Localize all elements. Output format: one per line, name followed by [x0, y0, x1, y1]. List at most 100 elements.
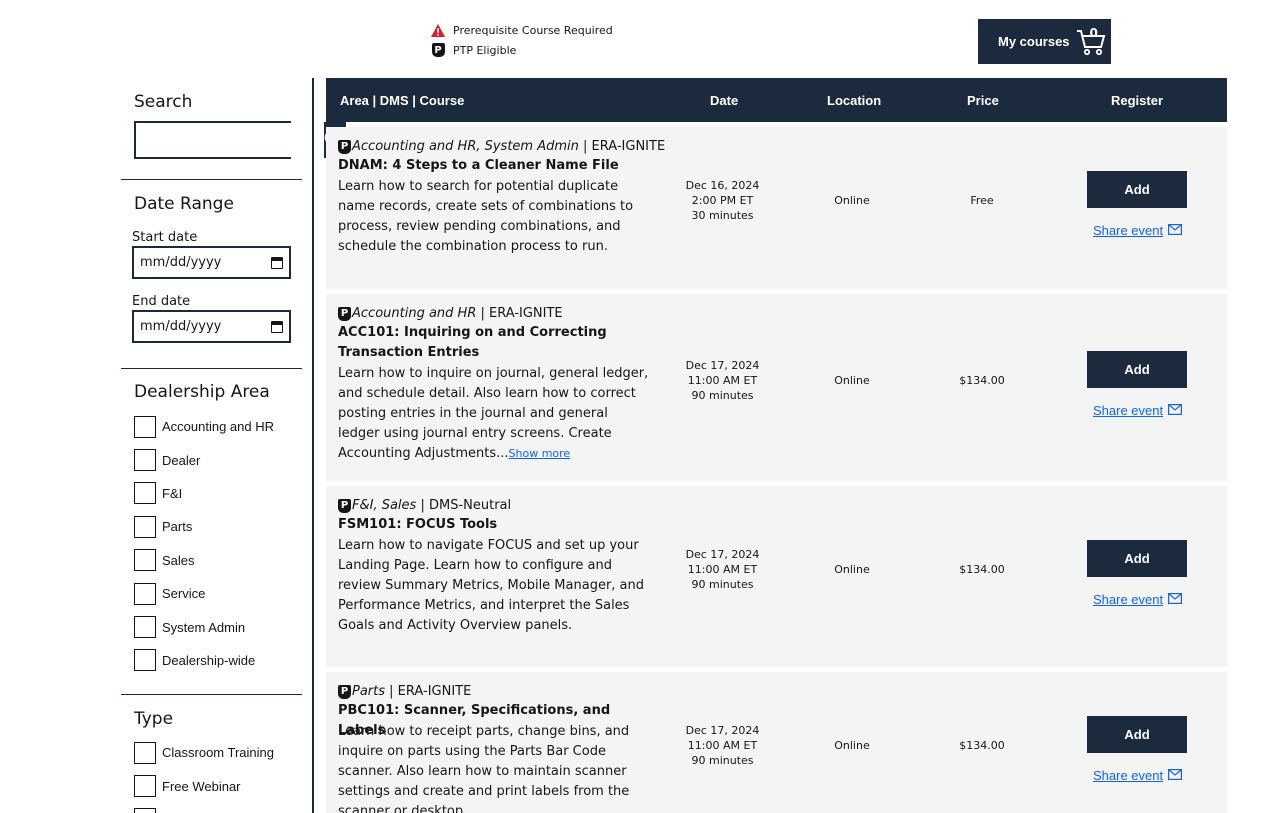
show-more-link[interactable]: Show more [509, 447, 571, 460]
add-button[interactable]: Add [1087, 351, 1187, 388]
checkbox[interactable] [134, 741, 156, 764]
course-meta: P Accounting and HR | ERA-IGNITE [338, 306, 563, 321]
checkbox-label: Accounting and HR [162, 419, 275, 435]
share-event-label: Share event [1093, 768, 1164, 783]
checkbox-more[interactable] [134, 803, 274, 813]
column-header-price[interactable]: Price [967, 93, 999, 108]
calendar-icon[interactable] [271, 256, 283, 269]
course-location: Online [834, 563, 870, 576]
time-text: 11:00 AM ET [687, 563, 758, 576]
legend-prereq: Prerequisite Course Required [431, 20, 613, 40]
checkbox-parts[interactable]: Parts [134, 510, 274, 543]
my-courses-button[interactable]: My courses 0 [978, 19, 1111, 64]
calendar-icon[interactable] [271, 320, 283, 333]
checkbox-accounting-and-hr[interactable]: Accounting and HR [134, 410, 274, 443]
checkbox[interactable] [134, 582, 156, 605]
checkbox-dealership-wide[interactable]: Dealership-wide [134, 644, 274, 677]
duration-text: 90 minutes [691, 754, 754, 767]
column-header-location[interactable]: Location [827, 93, 881, 108]
end-date-input[interactable]: mm/dd/yyyy [132, 310, 291, 343]
search-input[interactable] [136, 123, 324, 157]
course-title: FSM101: FOCUS Tools [338, 517, 498, 532]
add-button[interactable]: Add [1087, 716, 1187, 753]
course-description: Learn how to search for potential duplic… [338, 179, 634, 254]
course-location: Online [834, 739, 870, 752]
type-list: Classroom Training Free Webinar [134, 736, 274, 813]
course-location: Online [834, 194, 870, 207]
mail-icon [1168, 592, 1183, 607]
share-event-label: Share event [1093, 223, 1164, 238]
checkbox-fi[interactable]: F&I [134, 477, 274, 510]
course-area: Accounting and HR [352, 306, 477, 321]
course-description: Learn how to receipt parts, change bins,… [338, 724, 630, 813]
column-header-date[interactable]: Date [710, 93, 738, 108]
checkbox-system-admin[interactable]: System Admin [134, 610, 274, 643]
date-text: Dec 16, 2024 [685, 179, 760, 192]
date-range-title: Date Range [134, 194, 234, 214]
checkbox[interactable] [134, 515, 156, 538]
share-event-link[interactable]: Share event [1093, 768, 1183, 783]
duration-text: 90 minutes [691, 578, 754, 591]
add-button[interactable]: Add [1087, 540, 1187, 577]
course-area: F&I, Sales [352, 498, 417, 513]
checkbox-sales[interactable]: Sales [134, 544, 274, 577]
date-text: Dec 17, 2024 [685, 724, 760, 737]
time-text: 2:00 PM ET [691, 194, 754, 207]
checkbox-label: Classroom Training [162, 745, 274, 761]
share-event-link[interactable]: Share event [1093, 403, 1183, 418]
course-area: Parts [352, 684, 386, 699]
course-description: Learn how to inquire on journal, general… [338, 364, 653, 464]
course-dms: | ERA-IGNITE [385, 684, 472, 699]
mail-icon [1168, 403, 1183, 418]
add-button[interactable]: Add [1087, 171, 1187, 208]
checkbox[interactable] [134, 616, 156, 639]
divider [121, 694, 302, 695]
checkbox-dealer[interactable]: Dealer [134, 443, 274, 476]
time-text: 11:00 AM ET [687, 374, 758, 387]
start-date-input[interactable]: mm/dd/yyyy [132, 246, 291, 279]
legend-ptp: P PTP Eligible [431, 40, 613, 60]
type-title: Type [134, 709, 174, 729]
course-price: $134.00 [959, 739, 1005, 752]
start-date-label: Start date [132, 230, 198, 245]
share-event-link[interactable]: Share event [1093, 223, 1183, 238]
time-text: 11:00 AM ET [687, 739, 758, 752]
cart-count: 0 [1089, 25, 1098, 40]
course-date: Dec 17, 2024 11:00 AM ET 90 minutes [666, 358, 779, 403]
checkbox-label: Dealer [162, 452, 201, 468]
table-row: P Accounting and HR | ERA-IGNITE ACC101:… [326, 294, 1227, 481]
course-table: Area | DMS | Course Date Location Price … [326, 78, 1227, 813]
course-date: Dec 17, 2024 11:00 AM ET 90 minutes [666, 547, 779, 592]
divider [121, 368, 302, 369]
checkbox-service[interactable]: Service [134, 577, 274, 610]
table-row: P Parts | ERA-IGNITE PBC101: Scanner, Sp… [326, 672, 1227, 813]
end-date-value: mm/dd/yyyy [140, 319, 222, 334]
checkbox[interactable] [134, 649, 156, 672]
course-price: $134.00 [959, 563, 1005, 576]
checkbox-free-webinar[interactable]: Free Webinar [134, 769, 274, 802]
checkbox[interactable] [134, 449, 156, 472]
checkbox-label: Dealership-wide [162, 652, 256, 668]
dealership-area-title: Dealership Area [134, 382, 270, 402]
date-text: Dec 17, 2024 [685, 359, 760, 372]
checkbox-label: Service [162, 586, 206, 602]
filter-sidebar: Search Date Range Start date mm/dd/yyyy … [121, 78, 346, 813]
checkbox-classroom-training[interactable]: Classroom Training [134, 736, 274, 769]
course-meta: P Accounting and HR, System Admin | ERA-… [338, 139, 665, 154]
share-event-link[interactable]: Share event [1093, 592, 1183, 607]
checkbox[interactable] [134, 482, 156, 505]
date-text: Dec 17, 2024 [685, 548, 760, 561]
column-header-course[interactable]: Area | DMS | Course [340, 93, 464, 108]
checkbox[interactable] [134, 549, 156, 572]
warning-icon [431, 23, 445, 37]
course-location: Online [834, 374, 870, 387]
start-date-value: mm/dd/yyyy [140, 255, 222, 270]
checkbox[interactable] [134, 415, 156, 438]
checkbox-label: Sales [162, 552, 195, 568]
ptp-badge-icon: P [338, 139, 351, 154]
checkbox[interactable] [134, 808, 156, 813]
ptp-badge-icon: P [431, 43, 445, 57]
course-title: DNAM: 4 Steps to a Cleaner Name File [338, 158, 619, 173]
checkbox-label: F&I [162, 485, 183, 501]
checkbox[interactable] [134, 775, 156, 798]
